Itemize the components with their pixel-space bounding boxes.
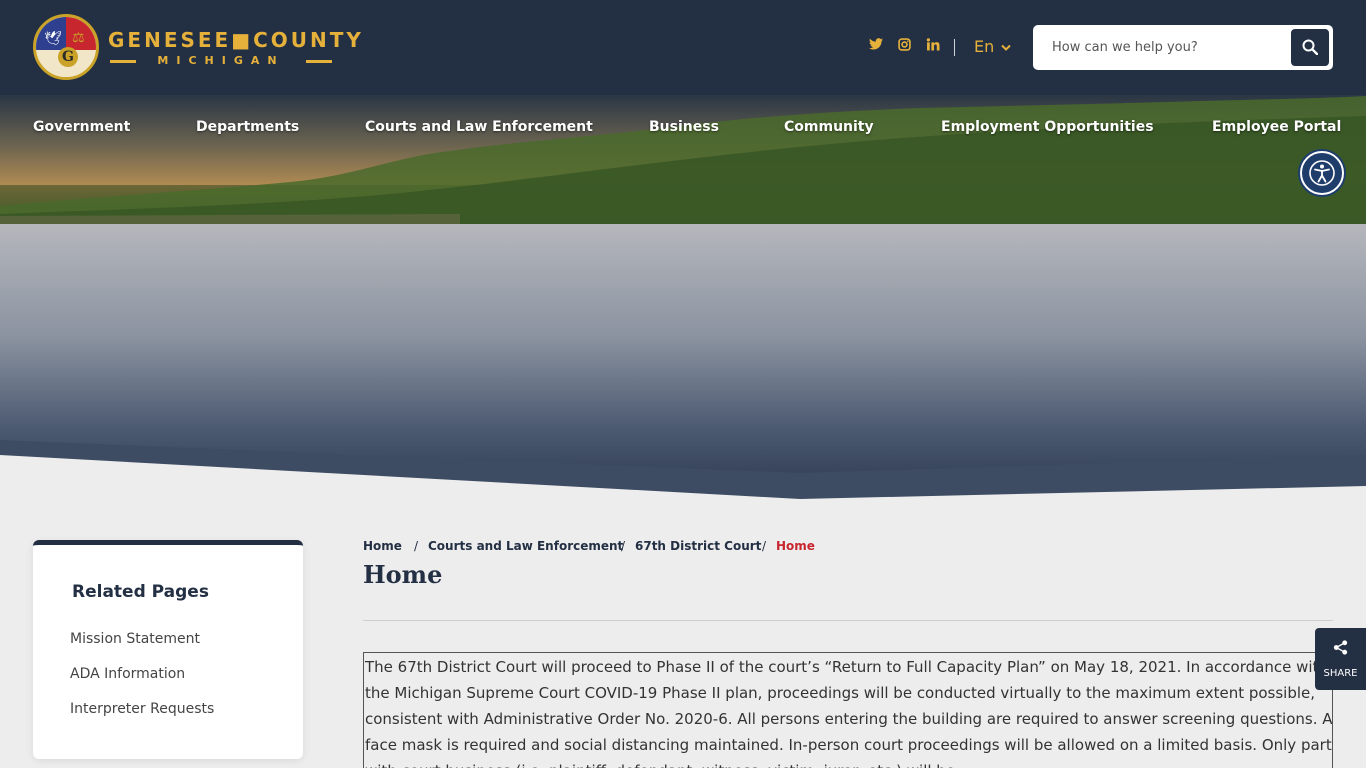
- link-interpreter-requests[interactable]: Interpreter Requests: [70, 701, 214, 717]
- dove-icon: 🕊: [44, 31, 62, 47]
- search-bar: [1033, 25, 1333, 70]
- nav-business[interactable]: Business: [649, 119, 719, 135]
- related-pages-panel: Related Pages Mission Statement ADA Info…: [33, 540, 303, 759]
- search-button[interactable]: [1291, 29, 1329, 66]
- breadcrumb-district-court[interactable]: 67th District Court: [635, 539, 761, 553]
- top-bar: 🕊 ⚖ G GENESEE■COUNTY MICHIGAN En: [0, 0, 1366, 95]
- nav-employment[interactable]: Employment Opportunities: [941, 119, 1154, 135]
- brand-rule-left: [110, 60, 136, 63]
- nav-courts[interactable]: Courts and Law Enforcement: [365, 119, 593, 135]
- page-banner: [0, 224, 1366, 500]
- instagram-icon[interactable]: [898, 38, 911, 55]
- page-title: Home: [363, 560, 443, 589]
- breadcrumb-separator: /: [621, 539, 626, 553]
- banner-chevron-shape: [0, 440, 1366, 500]
- linkedin-icon[interactable]: [926, 38, 940, 55]
- breadcrumb-courts[interactable]: Courts and Law Enforcement: [428, 539, 623, 553]
- search-input[interactable]: [1033, 25, 1287, 70]
- search-icon: [1302, 39, 1318, 55]
- breadcrumb-separator: /: [414, 539, 419, 553]
- nav-departments[interactable]: Departments: [196, 119, 299, 135]
- share-button[interactable]: SHARE: [1315, 628, 1366, 690]
- language-label: En: [974, 37, 995, 56]
- brand-rule-right: [306, 60, 332, 63]
- header-divider: [954, 39, 955, 56]
- breadcrumb-home[interactable]: Home: [363, 539, 402, 553]
- link-ada-information[interactable]: ADA Information: [70, 666, 185, 682]
- accessibility-icon: [1309, 160, 1335, 186]
- county-seal-logo[interactable]: 🕊 ⚖ G: [33, 14, 99, 80]
- related-pages-title: Related Pages: [72, 582, 209, 602]
- share-label: SHARE: [1323, 668, 1358, 679]
- accessibility-button[interactable]: [1300, 151, 1344, 195]
- title-divider: [363, 620, 1333, 621]
- link-mission-statement[interactable]: Mission Statement: [70, 631, 200, 647]
- breadcrumb-separator: /: [762, 539, 767, 553]
- chevron-down-icon: [1001, 44, 1012, 51]
- share-icon: [1333, 640, 1348, 655]
- language-selector[interactable]: En: [974, 37, 1012, 56]
- brand-subtitle: MICHIGAN: [157, 54, 285, 67]
- nav-community[interactable]: Community: [784, 119, 874, 135]
- scales-icon: ⚖: [72, 30, 85, 46]
- seal-g-emblem: G: [58, 47, 78, 67]
- twitter-icon[interactable]: [869, 38, 883, 54]
- nav-government[interactable]: Government: [33, 119, 130, 135]
- announcement-box: The 67th District Court will proceed to …: [363, 652, 1333, 768]
- brand-subtitle-row: MICHIGAN: [110, 54, 332, 68]
- announcement-text: The 67th District Court will proceed to …: [365, 658, 1333, 768]
- brand-name[interactable]: GENESEE■COUNTY: [108, 28, 364, 52]
- main-nav: Government Departments Courts and Law En…: [0, 95, 1366, 159]
- nav-employee-portal[interactable]: Employee Portal: [1212, 119, 1341, 135]
- breadcrumb-current: Home: [776, 539, 815, 553]
